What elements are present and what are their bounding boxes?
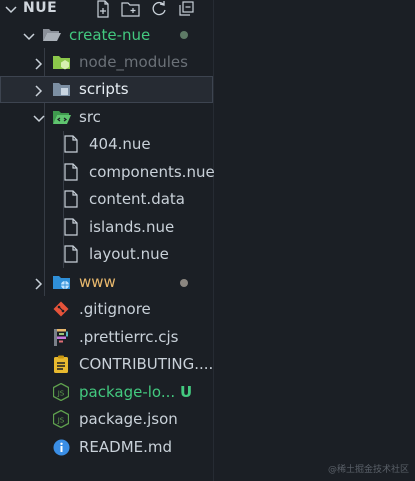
section-title: NUE bbox=[23, 0, 58, 16]
explorer-panel: NUE create-nue node_modules scripts src … bbox=[0, 0, 215, 481]
nodejs-icon: JS bbox=[52, 409, 70, 432]
svg-text:JS: JS bbox=[57, 390, 65, 398]
untracked-badge: U bbox=[180, 383, 193, 401]
tree-row-www[interactable]: www bbox=[0, 269, 213, 296]
chevron-down-icon[interactable] bbox=[4, 2, 18, 21]
new-file-icon[interactable] bbox=[94, 0, 112, 18]
tree-item-label: package.json bbox=[79, 410, 178, 428]
folder-open-icon bbox=[42, 27, 62, 47]
node-folder-icon bbox=[52, 54, 72, 75]
modified-dot bbox=[180, 31, 188, 39]
info-icon bbox=[53, 439, 70, 460]
tree-item-label: src bbox=[79, 108, 101, 126]
chevron-down-icon bbox=[22, 29, 36, 48]
svg-text:JS: JS bbox=[57, 417, 65, 425]
contributing-icon bbox=[53, 355, 69, 378]
new-folder-icon[interactable] bbox=[121, 0, 141, 18]
chevron-right-icon bbox=[32, 276, 46, 295]
file-icon bbox=[64, 135, 78, 157]
tree-row-content-data[interactable]: content.data bbox=[0, 186, 213, 213]
file-icon bbox=[64, 163, 78, 185]
tree-item-label: layout.nue bbox=[89, 245, 169, 263]
tree-item-label: CONTRIBUTING.... bbox=[79, 355, 214, 373]
tree-item-label: package-lo... bbox=[79, 383, 176, 401]
tree-row-gitignore[interactable]: .gitignore bbox=[0, 296, 213, 323]
tree-row-components-nue[interactable]: components.nue bbox=[0, 159, 215, 186]
prettier-icon bbox=[53, 328, 69, 351]
refresh-icon[interactable] bbox=[150, 0, 168, 18]
tree-item-label: create-nue bbox=[69, 26, 151, 44]
tree-row-contributing[interactable]: CONTRIBUTING.... bbox=[0, 351, 213, 378]
git-icon bbox=[53, 301, 69, 321]
tree-item-label: .prettierrc.cjs bbox=[79, 328, 179, 346]
tree-item-label: content.data bbox=[89, 190, 185, 208]
nodejs-icon: JS bbox=[52, 382, 70, 405]
tree-row-prettierrc[interactable]: .prettierrc.cjs bbox=[0, 324, 213, 351]
file-icon bbox=[64, 218, 78, 240]
tree-row-node-modules[interactable]: node_modules bbox=[0, 49, 213, 76]
tree-item-label: node_modules bbox=[79, 53, 188, 71]
tree-row-package-lock[interactable]: JS package-lo... U bbox=[0, 379, 213, 406]
chevron-down-icon bbox=[32, 111, 46, 130]
tree-row-package-json[interactable]: JS package.json bbox=[0, 406, 213, 433]
tree-row-create-nue[interactable]: create-nue bbox=[0, 22, 213, 49]
collapse-all-icon[interactable] bbox=[177, 0, 195, 18]
tree-item-label: .gitignore bbox=[79, 300, 151, 318]
file-icon bbox=[64, 190, 78, 212]
tree-item-label: components.nue bbox=[89, 163, 215, 181]
scripts-folder-icon bbox=[52, 81, 72, 102]
explorer-section-header[interactable]: NUE bbox=[0, 0, 213, 20]
tree-item-label: scripts bbox=[79, 80, 129, 98]
tree-item-label: README.md bbox=[79, 438, 173, 456]
tree-row-layout-nue[interactable]: layout.nue bbox=[0, 241, 213, 268]
tree-row-scripts[interactable]: scripts bbox=[0, 76, 213, 103]
chevron-right-icon bbox=[32, 83, 46, 102]
chevron-right-icon bbox=[32, 56, 46, 75]
tree-row-src[interactable]: src bbox=[0, 104, 213, 131]
editor-area-background bbox=[214, 0, 415, 481]
tree-item-label: www bbox=[79, 273, 116, 291]
tree-item-label: islands.nue bbox=[89, 218, 175, 236]
watermark: @稀土掘金技术社区 bbox=[327, 465, 409, 475]
tree-row-islands-nue[interactable]: islands.nue bbox=[0, 214, 213, 241]
tree-row-404-nue[interactable]: 404.nue bbox=[0, 131, 213, 158]
src-folder-icon bbox=[52, 109, 72, 130]
tree-item-label: 404.nue bbox=[89, 135, 151, 153]
file-icon bbox=[64, 245, 78, 267]
tree-row-readme[interactable]: README.md bbox=[0, 434, 213, 461]
explorer-toolbar bbox=[94, 0, 195, 18]
modified-dot bbox=[180, 279, 188, 287]
www-folder-icon bbox=[52, 274, 72, 295]
